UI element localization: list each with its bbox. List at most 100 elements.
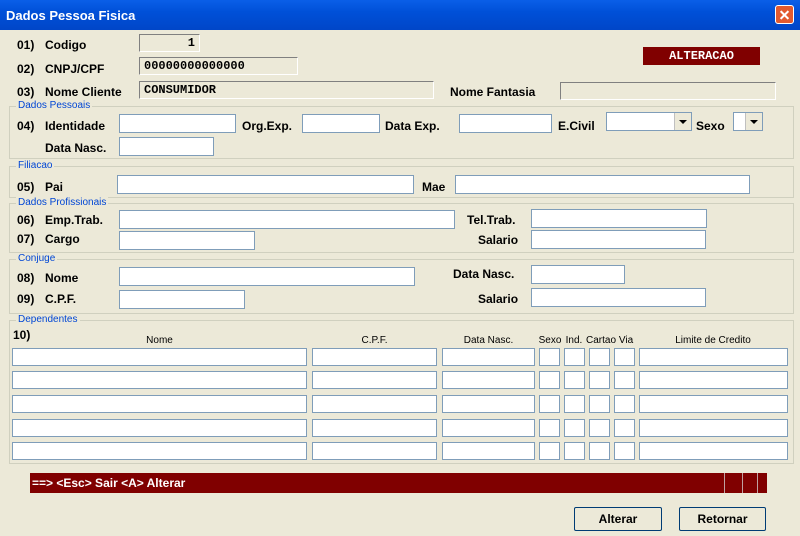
dependente-nome-cell[interactable] [12, 371, 307, 389]
dependente-cpf-cell[interactable] [312, 419, 437, 437]
identidade-label: Identidade [45, 119, 106, 133]
dependente-sexo-cell[interactable] [539, 395, 560, 413]
tel-trab-label: Tel.Trab. [467, 213, 516, 227]
data-exp-field[interactable] [459, 114, 552, 133]
retornar-button[interactable]: Retornar [679, 507, 766, 531]
dependente-ind-cell[interactable] [564, 348, 585, 366]
status-divider [742, 473, 743, 493]
identidade-field[interactable] [119, 114, 236, 133]
dependente-limite-cell[interactable] [639, 348, 788, 366]
cnpj-field[interactable]: 00000000000000 [139, 57, 298, 75]
emp-trab-field[interactable] [119, 210, 455, 229]
dependente-sexo-cell[interactable] [539, 371, 560, 389]
nome-cliente-num: 03) [17, 85, 35, 99]
dependente-cartao-cell[interactable] [589, 395, 610, 413]
dependente-limite-cell[interactable] [639, 395, 788, 413]
dados-pessoais-title: Dados Pessoais [16, 100, 93, 111]
dependente-cpf-cell[interactable] [312, 371, 437, 389]
dependente-via-cell[interactable] [614, 395, 635, 413]
e-civil-label: E.Civil [558, 119, 595, 133]
filiacao-title: Filiacao [16, 160, 55, 171]
salario-prof-label: Salario [478, 233, 519, 247]
dependente-data-nasc-cell[interactable] [442, 442, 535, 460]
col-ind-header: Ind. [565, 335, 583, 346]
dependente-nome-cell[interactable] [12, 395, 307, 413]
dependente-nome-cell[interactable] [12, 419, 307, 437]
emp-trab-label: Emp.Trab. [45, 213, 104, 227]
nome-fantasia-field[interactable] [560, 82, 776, 100]
codigo-field[interactable]: 1 [139, 34, 200, 52]
status-divider [757, 473, 758, 493]
dependente-via-cell[interactable] [614, 348, 635, 366]
dependente-nome-cell[interactable] [12, 348, 307, 366]
status-text: ==> <Esc> Sair <A> Alterar [32, 476, 186, 490]
cargo-label: Cargo [45, 232, 80, 246]
conjuge-nome-field[interactable] [119, 267, 415, 286]
title-bar: Dados Pessoa Fisica [0, 0, 800, 30]
col-sexo-header: Sexo [538, 335, 562, 346]
dependente-sexo-cell[interactable] [539, 442, 560, 460]
nome-cliente-label: Nome Cliente [45, 85, 122, 99]
dependente-sexo-cell[interactable] [539, 419, 560, 437]
conjuge-data-nasc-field[interactable] [531, 265, 625, 284]
dependente-limite-cell[interactable] [639, 371, 788, 389]
mae-field[interactable] [455, 175, 750, 194]
data-exp-label: Data Exp. [385, 119, 440, 133]
dp-num: 04) [17, 119, 35, 133]
conjuge-salario-label: Salario [478, 292, 519, 306]
dependentes-title: Dependentes [16, 314, 80, 325]
conjuge-nome-label: Nome [45, 271, 79, 285]
cargo-field[interactable] [119, 231, 255, 250]
dependente-data-nasc-cell[interactable] [442, 419, 535, 437]
mode-badge: ALTERACAO [643, 47, 760, 65]
chevron-down-icon[interactable] [745, 113, 762, 130]
salario-prof-field[interactable] [531, 230, 706, 249]
dependente-cartao-cell[interactable] [589, 442, 610, 460]
conjuge-cpf-field[interactable] [119, 290, 245, 309]
cnpj-num: 02) [17, 62, 35, 76]
dependente-limite-cell[interactable] [639, 419, 788, 437]
dependente-cpf-cell[interactable] [312, 395, 437, 413]
dependente-via-cell[interactable] [614, 419, 635, 437]
dependente-cartao-cell[interactable] [589, 348, 610, 366]
dependente-data-nasc-cell[interactable] [442, 371, 535, 389]
org-exp-field[interactable] [302, 114, 380, 133]
e-civil-select[interactable] [606, 112, 692, 131]
pai-field[interactable] [117, 175, 414, 194]
dependente-ind-cell[interactable] [564, 371, 585, 389]
sexo-select[interactable] [733, 112, 763, 131]
conjuge-cpf-num: 09) [17, 292, 35, 306]
dependente-ind-cell[interactable] [564, 442, 585, 460]
codigo-num: 01) [17, 38, 35, 52]
conjuge-nome-num: 08) [17, 271, 35, 285]
dependente-cpf-cell[interactable] [312, 442, 437, 460]
dependente-data-nasc-cell[interactable] [442, 395, 535, 413]
dependente-cartao-cell[interactable] [589, 371, 610, 389]
dados-profissionais-title: Dados Profissionais [16, 197, 109, 208]
col-via-header: Via [618, 335, 634, 346]
status-bar: ==> <Esc> Sair <A> Alterar [30, 473, 767, 493]
dependente-cpf-cell[interactable] [312, 348, 437, 366]
data-nasc-field[interactable] [119, 137, 214, 156]
dependente-via-cell[interactable] [614, 371, 635, 389]
dependente-cartao-cell[interactable] [589, 419, 610, 437]
chevron-down-icon[interactable] [674, 113, 691, 130]
nome-cliente-field[interactable]: CONSUMIDOR [139, 81, 434, 99]
mae-label: Mae [422, 180, 446, 194]
sexo-label: Sexo [696, 119, 725, 133]
conjuge-data-nasc-label: Data Nasc. [453, 267, 515, 281]
dependente-ind-cell[interactable] [564, 419, 585, 437]
tel-trab-field[interactable] [531, 209, 707, 228]
alterar-button[interactable]: Alterar [574, 507, 662, 531]
dependente-ind-cell[interactable] [564, 395, 585, 413]
conjuge-salario-field[interactable] [531, 288, 706, 307]
status-divider [724, 473, 725, 493]
dependente-limite-cell[interactable] [639, 442, 788, 460]
dependente-data-nasc-cell[interactable] [442, 348, 535, 366]
dependente-nome-cell[interactable] [12, 442, 307, 460]
col-data-nasc-header: Data Nasc. [463, 335, 514, 346]
close-icon[interactable] [775, 5, 794, 24]
nome-fantasia-label: Nome Fantasia [450, 85, 536, 99]
dependente-via-cell[interactable] [614, 442, 635, 460]
dependente-sexo-cell[interactable] [539, 348, 560, 366]
